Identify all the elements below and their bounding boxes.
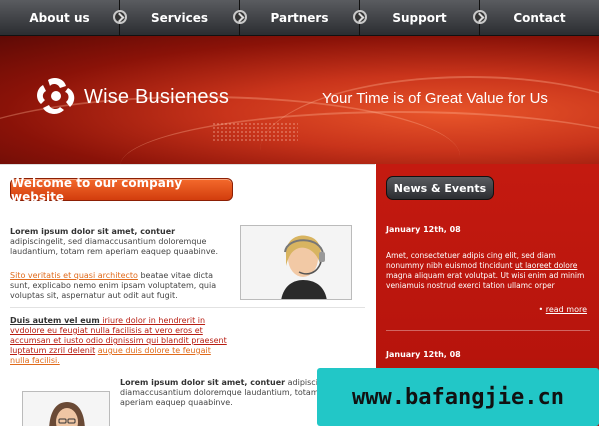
news-divider — [386, 330, 590, 331]
news-title: News & Events — [393, 181, 487, 195]
duis-bold: Duis autem vel eum — [10, 316, 100, 325]
chevron-right-icon — [353, 10, 367, 24]
chevron-right-icon — [233, 10, 247, 24]
welcome-label: Welcome to our company website — [11, 175, 183, 204]
team-member-photo — [22, 391, 110, 426]
nav-label: Support — [392, 10, 447, 25]
duis-paragraph: Duis autem vel eum iriure dolor in hendr… — [10, 316, 232, 366]
decorative-dots — [212, 122, 298, 142]
nav-item-about-us[interactable]: About us — [0, 0, 120, 35]
news-text: Amet, consectetuer adipis cing elit, sed… — [386, 251, 592, 291]
intro-text: adipiscingelit, sed diamaccusantium dolo… — [10, 237, 219, 256]
nav-label: Services — [150, 10, 209, 25]
read-more-link[interactable]: • read more — [538, 305, 587, 314]
nav-item-partners[interactable]: Partners — [233, 0, 360, 35]
tagline: Your Time is of Great Value for Us — [322, 90, 548, 107]
nav-label: Contact — [513, 10, 566, 25]
nav-label: Partners — [270, 10, 329, 25]
top-navigation: About us Services Partners Support Conta… — [0, 0, 599, 36]
architecto-link[interactable]: Sito veritatis et quasi architecto — [10, 271, 138, 280]
highlight-paragraph: Sito veritatis et quasi architecto beata… — [10, 271, 232, 301]
news-inline-link[interactable]: ut laoreet dolore — [515, 261, 577, 270]
intro-bold: Lorem ipsum dolor sit amet, contuer — [10, 227, 176, 236]
nav-label: About us — [29, 10, 90, 25]
nav-item-services[interactable]: Services — [113, 0, 240, 35]
logo-text[interactable]: Wise Busieness — [84, 86, 229, 109]
chevron-right-icon — [113, 10, 127, 24]
read-more-label: read more — [545, 305, 587, 314]
news-date: January 12th, 08 — [386, 225, 461, 234]
intro-paragraph: Lorem ipsum dolor sit amet, contuer adip… — [10, 227, 232, 257]
news-events-button[interactable]: News & Events — [386, 176, 494, 200]
nav-item-contact[interactable]: Contact — [473, 0, 599, 35]
news-text-b: magna aliquam erat volutpat. Ut wisi eni… — [386, 271, 585, 290]
welcome-button[interactable]: Welcome to our company website — [10, 175, 233, 204]
watermark: www.bafangjie.cn — [317, 368, 599, 426]
nav-item-support[interactable]: Support — [353, 0, 480, 35]
header-banner: Wise Busieness Your Time is of Great Val… — [0, 36, 599, 164]
chevron-right-icon — [473, 10, 487, 24]
secondary-bold: Lorem ipsum dolor sit amet, contuer — [120, 378, 286, 387]
company-logo-icon[interactable] — [34, 76, 78, 116]
bullet-icon: • — [538, 305, 546, 314]
page: About us Services Partners Support Conta… — [0, 0, 599, 426]
divider — [10, 307, 365, 308]
support-operator-photo — [240, 225, 352, 300]
news-date: January 12th, 08 — [386, 350, 461, 359]
